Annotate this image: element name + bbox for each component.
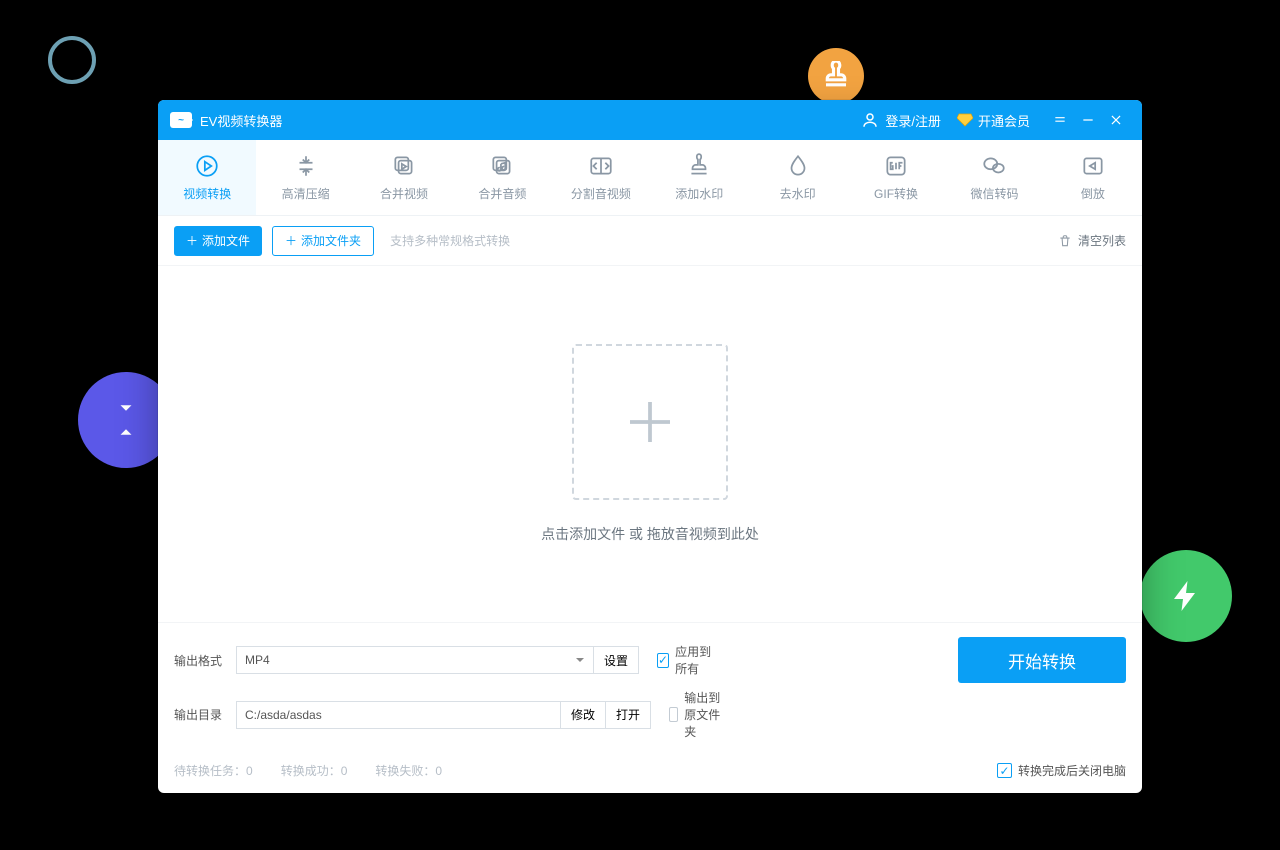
tab-label: 合并音频 [478, 185, 526, 202]
format-settings-button[interactable]: 设置 [594, 646, 639, 674]
tab-label: 倒放 [1081, 185, 1105, 202]
login-label: 登录/注册 [885, 111, 941, 130]
diamond-icon [957, 113, 973, 127]
status-success: 转换成功：0 [281, 762, 348, 779]
tab-hd-compress[interactable]: 高清压缩 [256, 140, 354, 215]
close-button[interactable] [1102, 113, 1130, 127]
output-dir-input[interactable]: C:/asda/asdas [236, 701, 561, 729]
clear-list-button[interactable]: 清空列表 [1058, 232, 1126, 249]
droplet-icon [785, 153, 811, 179]
add-folder-button[interactable]: ＋ 添加文件夹 [272, 226, 374, 256]
dropdown-button[interactable] [1046, 113, 1074, 127]
clear-list-label: 清空列表 [1078, 232, 1126, 249]
compress-icon [293, 153, 319, 179]
tab-label: 分割音视频 [571, 185, 631, 202]
main-tabs: 视频转换 高清压缩 合并视频 合并音频 分割音视频 添加水印 去水印 GIF转 [158, 140, 1142, 216]
list-toolbar: ＋ 添加文件 ＋ 添加文件夹 支持多种常规格式转换 清空列表 [158, 216, 1142, 266]
drop-area: 点击添加文件 或 拖放音视频到此处 [158, 266, 1142, 622]
trash-icon [1058, 234, 1072, 248]
output-format-label: 输出格式 [174, 652, 236, 669]
apply-all-checkbox[interactable]: 应用到所有 [657, 643, 719, 677]
user-icon [861, 111, 879, 129]
apply-all-label: 应用到所有 [675, 643, 719, 677]
status-bar: 待转换任务：0 转换成功：0 转换失败：0 转换完成后关闭电脑 [158, 754, 1142, 793]
merge-video-icon [391, 153, 417, 179]
modify-dir-button[interactable]: 修改 [561, 701, 606, 729]
tab-merge-audio[interactable]: 合并音频 [453, 140, 551, 215]
tab-label: 高清压缩 [282, 185, 330, 202]
wechat-icon [981, 153, 1007, 179]
checkbox-box [669, 707, 678, 722]
add-file-button[interactable]: ＋ 添加文件 [174, 226, 262, 256]
tab-remove-watermark[interactable]: 去水印 [748, 140, 846, 215]
tab-gif[interactable]: GIF转换 [847, 140, 945, 215]
vip-label: 开通会员 [978, 111, 1030, 130]
titlebar: ~ EV视频转换器 登录/注册 开通会员 [158, 100, 1142, 140]
output-dir-value: C:/asda/asdas [245, 708, 322, 722]
shutdown-label: 转换完成后关闭电脑 [1018, 762, 1126, 779]
open-dir-button[interactable]: 打开 [606, 701, 651, 729]
start-convert-button[interactable]: 开始转换 [958, 637, 1126, 683]
chevron-down-icon [575, 655, 585, 665]
output-format-value: MP4 [245, 653, 270, 667]
checkbox-box [997, 763, 1012, 778]
output-dir-label: 输出目录 [174, 706, 236, 723]
format-hint: 支持多种常规格式转换 [390, 232, 510, 249]
tab-wechat[interactable]: 微信转码 [945, 140, 1043, 215]
drop-hint: 点击添加文件 或 拖放音视频到此处 [541, 524, 759, 544]
plus-icon [620, 392, 680, 452]
status-failed: 转换失败：0 [375, 762, 442, 779]
merge-audio-icon [489, 153, 515, 179]
tab-reverse[interactable]: 倒放 [1044, 140, 1142, 215]
minimize-button[interactable] [1074, 113, 1102, 127]
app-title: EV视频转换器 [200, 111, 282, 130]
tab-label: 合并视频 [380, 185, 428, 202]
checkbox-box [657, 653, 669, 668]
vip-button[interactable]: 开通会员 [957, 111, 1030, 130]
tab-merge-video[interactable]: 合并视频 [355, 140, 453, 215]
gif-icon [883, 153, 909, 179]
play-circle-icon [194, 153, 220, 179]
tab-label: 去水印 [780, 185, 816, 202]
output-to-source-label: 输出到原文件夹 [684, 689, 731, 740]
tab-label: 添加水印 [675, 185, 723, 202]
output-format-select[interactable]: MP4 [236, 646, 594, 674]
tab-label: GIF转换 [874, 185, 918, 202]
app-logo-icon: ~ [170, 112, 192, 128]
add-file-label: 添加文件 [202, 232, 250, 249]
tab-add-watermark[interactable]: 添加水印 [650, 140, 748, 215]
split-icon [588, 153, 614, 179]
stamp-icon [686, 153, 712, 179]
login-button[interactable]: 登录/注册 [861, 111, 941, 130]
tab-label: 视频转换 [183, 185, 231, 202]
decorative-ring [48, 36, 96, 84]
decorative-bolt-badge [1140, 550, 1232, 642]
decorative-stamp-badge [808, 48, 864, 104]
add-folder-label: 添加文件夹 [301, 232, 361, 249]
shutdown-checkbox[interactable]: 转换完成后关闭电脑 [997, 762, 1126, 779]
reverse-icon [1080, 153, 1106, 179]
tab-label: 微信转码 [970, 185, 1018, 202]
drop-target[interactable] [572, 344, 728, 500]
status-pending: 待转换任务：0 [174, 762, 253, 779]
tab-video-convert[interactable]: 视频转换 [158, 140, 256, 215]
app-window: ~ EV视频转换器 登录/注册 开通会员 视频转换 高清压缩 合并视频 [158, 100, 1142, 793]
output-panel: 输出格式 MP4 设置 应用到所有 开始转换 输出目录 C:/asda/asda… [158, 622, 1142, 754]
tab-split[interactable]: 分割音视频 [552, 140, 650, 215]
output-to-source-checkbox[interactable]: 输出到原文件夹 [669, 689, 731, 740]
